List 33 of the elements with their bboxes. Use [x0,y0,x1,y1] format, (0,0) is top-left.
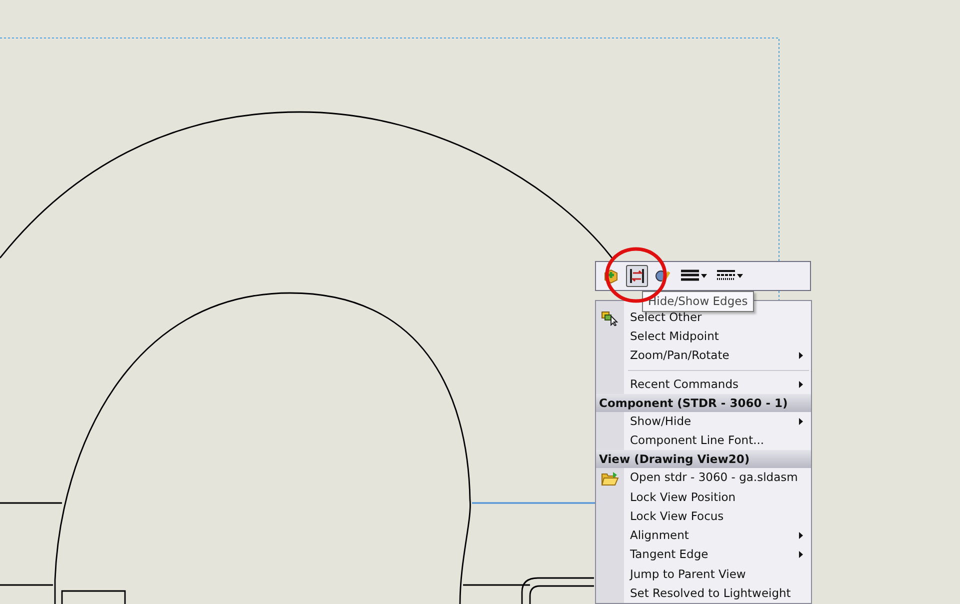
edge-line [0,584,53,586]
menu-item[interactable]: Lock View Focus [596,506,811,526]
menu-item[interactable]: Jump to Parent View [596,564,811,584]
menu-item[interactable]: Component Line Font... [596,431,811,450]
dropdown-caret-icon [701,274,707,278]
submenu-arrow-icon [799,551,803,558]
menu-item[interactable]: Lock View Position [596,488,811,507]
menu-item[interactable]: Open stdr - 3060 - ga.sldasm [596,468,811,488]
menu-item[interactable]: Recent Commands [596,374,811,394]
menu-item[interactable]: Tangent Edge [596,545,811,565]
edge-line [463,584,530,586]
hide-show-edges-button[interactable] [626,265,648,287]
submenu-arrow-icon [799,352,803,360]
edge-line [0,502,62,504]
line-thickness-icon [681,269,699,283]
appearance-icon [655,268,671,284]
menu-item[interactable]: Zoom/Pan/Rotate [596,346,811,366]
menu-section-header: View (Drawing View20) [596,450,811,468]
menu-item[interactable]: Set Resolved to Lightweight [596,584,811,603]
menu-item[interactable]: Select Midpoint [596,327,811,346]
dropdown-caret-icon [737,274,743,278]
submenu-arrow-icon [799,380,803,388]
select-cursor-icon [601,310,619,326]
menu-section-header: Component (STDR - 3060 - 1) [596,394,811,412]
open-folder-icon [601,470,619,486]
submenu-arrow-icon [799,418,803,425]
menu-item[interactable]: Show/Hide [596,412,811,432]
menu-item[interactable]: Alignment [596,526,811,546]
tooltip: Hide/Show Edges [642,291,754,312]
hide-show-edges-icon [629,268,645,284]
line-style-icon [717,269,735,283]
slot-outline [61,590,126,604]
submenu-arrow-icon [799,532,803,540]
